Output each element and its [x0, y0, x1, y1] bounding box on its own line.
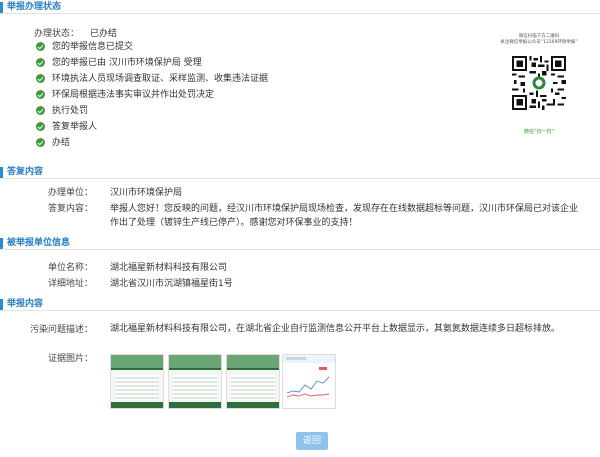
qr-code-image: [512, 56, 566, 110]
pollution-desc-label: 污染问题描述：: [30, 325, 94, 335]
section-title-unit-info: 被举报单位信息: [0, 237, 600, 250]
reply-content-label: 答复内容：: [48, 204, 94, 214]
evidence-image-thumbnail[interactable]: [282, 354, 336, 409]
reply-unit-label: 办理单位：: [48, 188, 94, 198]
evidence-images-label: 证据图片：: [48, 354, 94, 364]
line-chart-thumbnail-icon: [283, 355, 335, 400]
reply-unit-value: 汉川市环境保护局: [110, 188, 183, 198]
check-circle-icon: [36, 122, 45, 131]
qr-scan-hint: 微信“扫一扫”: [523, 129, 555, 135]
check-circle-icon: [36, 42, 45, 51]
unit-address-value: 湖北省汉川市沉湖镇福星街1号: [110, 279, 233, 289]
evidence-image-thumbnail[interactable]: [226, 354, 280, 409]
step-label: 办结: [52, 138, 71, 148]
step-label: 答复举报人: [52, 122, 98, 132]
step-label: 环境执法人员现场调查取证、采样监测、收集违法证据: [52, 74, 269, 84]
pollution-desc-value: 湖北福星新材料科技有限公司，在湖北省企业自行监测信息公开平台上数据显示，其氨氮数…: [110, 324, 561, 334]
step-label: 您的举报信息已提交: [52, 42, 134, 52]
status-value: 已办结: [90, 29, 118, 39]
check-circle-icon: [36, 106, 45, 115]
section-title-status: 举报办理状态: [0, 1, 600, 14]
step-label: 执行处罚: [52, 106, 89, 116]
check-circle-icon: [36, 74, 45, 83]
check-circle-icon: [36, 138, 45, 147]
reply-content-value: 举报人您好！您反映的问题，经汉川市环境保护局现场检查，发现存在在线数据超标等问题…: [110, 204, 579, 228]
status-label: 办理状态：: [34, 29, 80, 39]
evidence-image-thumbnail[interactable]: [168, 354, 222, 409]
evidence-image-thumbnail[interactable]: [110, 354, 164, 409]
section-title-report: 举报内容: [0, 298, 600, 311]
step-label: 环保局根据违法事实审议并作出处罚决定: [52, 90, 215, 100]
qr-code-panel: 微信扫描下方二维码 关注微信举报公众号“12369环保举报” 微信“扫一扫”: [496, 34, 582, 135]
unit-name-label: 单位名称：: [48, 263, 94, 273]
unit-address-label: 详细地址：: [48, 279, 94, 289]
back-button[interactable]: 返回: [296, 432, 328, 450]
unit-name-value: 湖北福星新材料科技有限公司: [110, 263, 228, 273]
section-title-reply: 答复内容: [0, 166, 600, 179]
check-circle-icon: [36, 58, 45, 67]
step-label: 您的举报已由 汉川市环境保护局 受理: [52, 58, 202, 68]
qr-caption-line2: 关注微信举报公众号“12369环保举报”: [500, 40, 578, 45]
check-circle-icon: [36, 90, 45, 99]
